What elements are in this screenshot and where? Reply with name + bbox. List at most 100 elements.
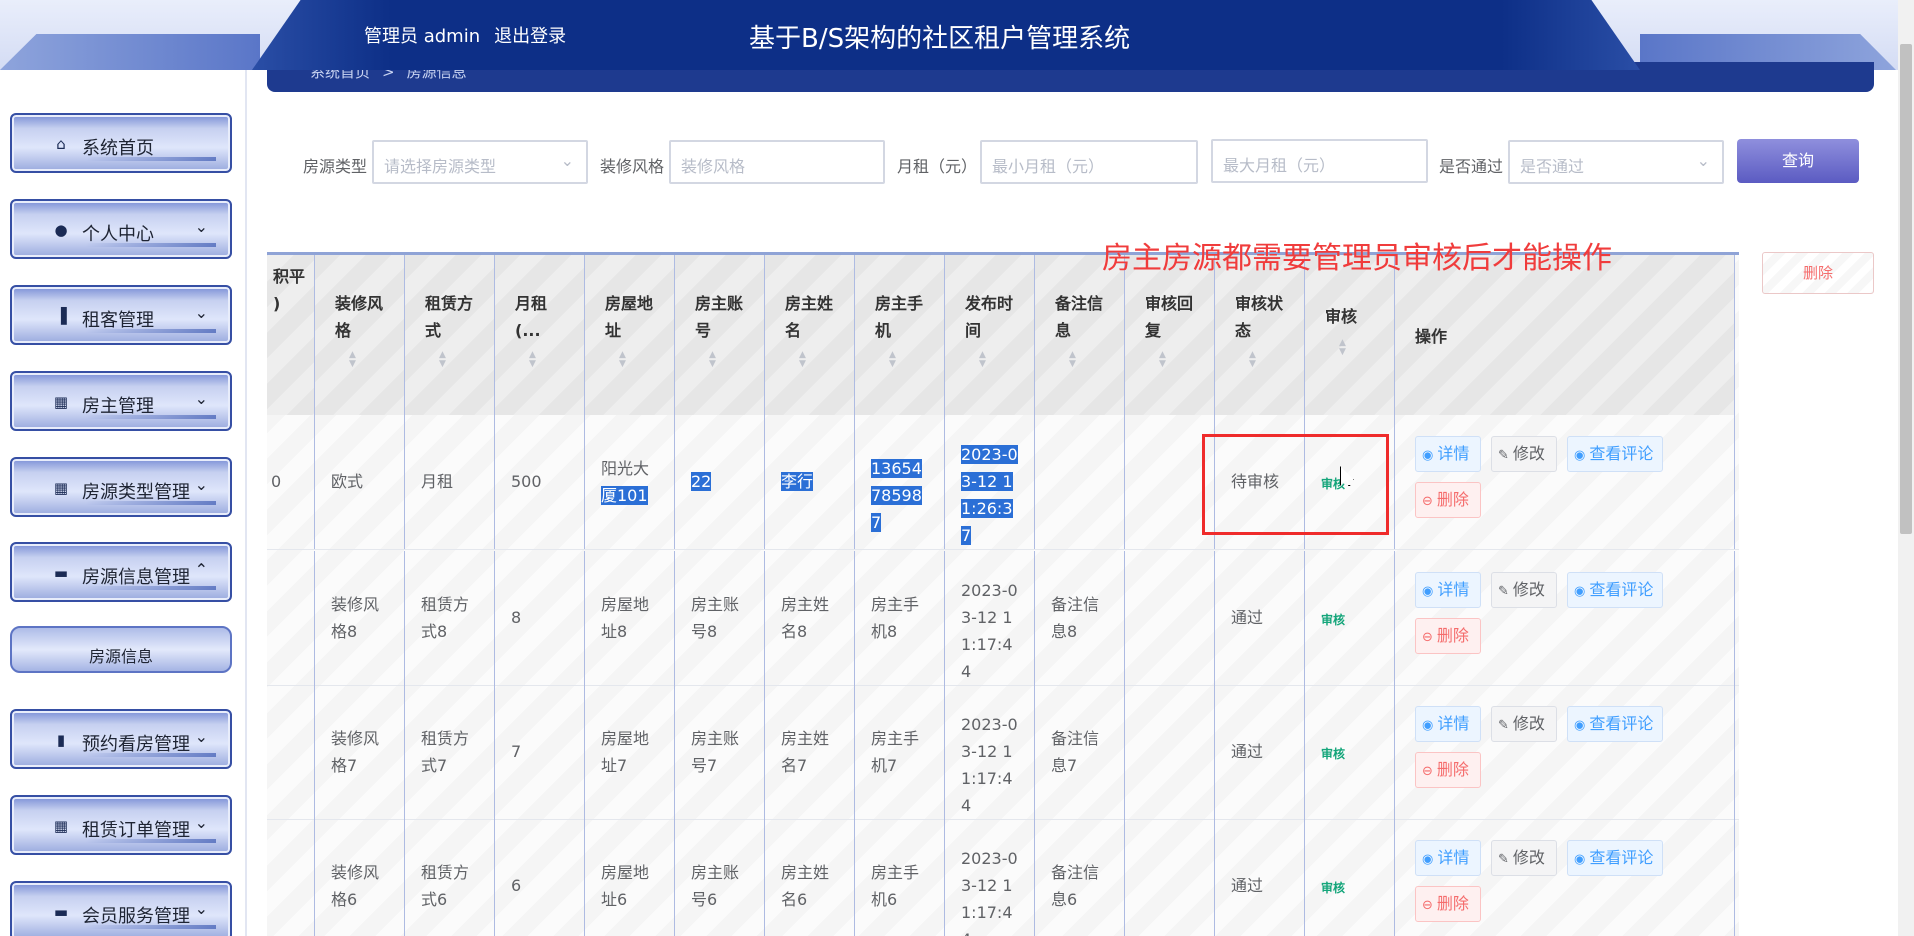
audit-link[interactable]: 审核 [1321,745,1345,762]
sort-caret-icon[interactable]: ▲ ▼ [979,351,986,369]
sidebar-item[interactable]: ▬ 房源信息管理 ⌃ [10,542,232,602]
audit-link[interactable]: 审核 [1321,879,1345,896]
pass-label: 是否通过 [1439,157,1504,176]
row-delete-button[interactable]: ⊖ 删除 [1415,482,1481,518]
logout-link[interactable]: 退出登录 [494,26,566,47]
house-info-table: 积平 ) 装修风格 ▲ ▼ 租赁方式 ▲ ▼ 月租(... ▲ ▼ 房屋地址 ▲ ▼ 房主账号 ▲ ▼ 房主姓名… [267,252,1739,936]
view-comments-button[interactable]: ◉ 查看评论 [1567,840,1663,876]
chevron-icon: ⌄ [194,899,208,918]
house-type-placeholder: 请选择房源类型 [384,157,497,176]
batch-delete-button[interactable]: 删除 [1762,252,1874,294]
row-delete-button[interactable]: ⊖ 删除 [1415,752,1481,788]
sidebar-item[interactable]: ▮ 预约看房管理 ⌄ [10,709,232,769]
house-type-select[interactable]: 请选择房源类型 ⌄ [372,140,588,184]
grid-icon: ▦ [53,479,69,497]
table-cell-audit: 审核 [1305,551,1395,685]
edit-button[interactable]: ✎ 修改 [1491,572,1557,608]
sort-caret-icon[interactable]: ▲ ▼ [1069,351,1076,369]
decor-style-label: 装修风格 [600,157,665,176]
table-cell-audit-status: 通过 [1215,551,1305,685]
row-delete-button[interactable]: ⊖ 删除 [1415,618,1481,654]
column-header-rent-type[interactable]: 租赁方式 ▲ ▼ [405,255,495,415]
column-header-address[interactable]: 房屋地址 ▲ ▼ [585,255,675,415]
column-header-remark[interactable]: 备注信息 ▲ ▼ [1035,255,1125,415]
pass-select[interactable]: 是否通过 ⌄ [1508,140,1724,184]
sort-caret-icon[interactable]: ▲ ▼ [1159,351,1166,369]
sidebar-item[interactable]: ● 个人中心 ⌄ [10,199,232,259]
table-cell-address: 房屋地址6 [585,819,675,936]
column-header-label: 装修风格 [335,294,384,340]
view-comments-button-label: 查看评论 [1589,848,1654,867]
sidebar-item-underline [86,501,216,505]
table-cell-area: 0 [267,415,315,549]
detail-button[interactable]: ◉ 详情 [1415,840,1481,876]
min-rent-input[interactable]: 最小月租（元） [980,140,1198,184]
column-header-audit-reply[interactable]: 审核回复 ▲ ▼ [1125,255,1215,415]
cell-text: 房屋地址8 [601,595,650,641]
edit-button[interactable]: ✎ 修改 [1491,706,1557,742]
sidebar-item[interactable]: ▦ 租赁订单管理 ⌄ [10,795,232,855]
monitor-icon: ▬ [53,564,69,582]
sidebar-subitem-house-info[interactable]: 房源信息 [10,626,232,673]
column-header-owner-name[interactable]: 房主姓名 ▲ ▼ [765,255,855,415]
view-comments-button-label: 查看评论 [1589,714,1654,733]
sidebar-item[interactable]: ▦ 房源类型管理 ⌄ [10,457,232,517]
column-header-audit-status[interactable]: 审核状态 ▲ ▼ [1215,255,1305,415]
column-header-ops[interactable]: 操作 [1395,255,1735,415]
table-cell-rent-type: 月租 [405,415,495,549]
sort-caret-icon[interactable]: ▲ ▼ [1339,339,1346,357]
column-header-label: 房主账号 [695,294,744,340]
detail-button[interactable]: ◉ 详情 [1415,436,1481,472]
column-header-publish-time[interactable]: 发布时间 ▲ ▼ [945,255,1035,415]
column-header-audit[interactable]: 审核 ▲ ▼ [1305,255,1395,415]
column-header-style[interactable]: 装修风格 ▲ ▼ [315,255,405,415]
search-button[interactable]: 查询 [1737,139,1859,183]
sort-caret-icon[interactable]: ▲ ▼ [619,351,626,369]
view-comments-button[interactable]: ◉ 查看评论 [1567,706,1663,742]
cell-text: 备注信息8 [1051,595,1100,641]
table-cell-audit-reply [1125,551,1215,685]
table-cell-audit-status: 通过 [1215,685,1305,819]
sidebar-item[interactable]: ⌂ 系统首页 [10,113,232,173]
chevron-icon: ⌃ [194,560,208,579]
table-cell-area [267,685,315,819]
minus-circle-icon: ⊖ [1422,764,1433,779]
column-header-area[interactable]: 积平 ) [267,255,315,415]
table-cell-style: 装修风格7 [315,685,405,819]
edit-button[interactable]: ✎ 修改 [1491,436,1557,472]
sidebar-item-underline [86,157,216,161]
sidebar-item[interactable]: ▦ 房主管理 ⌄ [10,371,232,431]
table-cell-owner-phone: 13654785987 [855,415,945,549]
sidebar-item-underline [86,415,216,419]
edit-button-label: 修改 [1512,444,1545,463]
column-header-rent[interactable]: 月租(... ▲ ▼ [495,255,585,415]
detail-button[interactable]: ◉ 详情 [1415,706,1481,742]
sort-caret-icon[interactable]: ▲ ▼ [799,351,806,369]
detail-button[interactable]: ◉ 详情 [1415,572,1481,608]
decor-style-input[interactable]: 装修风格 [669,140,885,184]
view-comments-button[interactable]: ◉ 查看评论 [1567,572,1663,608]
eye-icon: ◉ [1422,448,1434,463]
column-header-owner-account[interactable]: 房主账号 ▲ ▼ [675,255,765,415]
sort-caret-icon[interactable]: ▲ ▼ [439,351,446,369]
cell-text: 2023-03-12 11:17:44 [961,849,1018,936]
scrollbar-thumb[interactable] [1900,44,1912,534]
view-comments-button[interactable]: ◉ 查看评论 [1567,436,1663,472]
table-cell-address: 房屋地址7 [585,685,675,819]
sidebar-item[interactable]: ▬ 会员服务管理 ⌄ [10,881,232,936]
max-rent-input[interactable]: 最大月租（元） [1211,139,1428,183]
sort-caret-icon[interactable]: ▲ ▼ [349,351,356,369]
sort-caret-icon[interactable]: ▲ ▼ [709,351,716,369]
table-cell-owner-name: 房主姓名6 [765,819,855,936]
table-cell-owner-phone: 房主手机8 [855,551,945,685]
sort-caret-icon[interactable]: ▲ ▼ [889,351,896,369]
sidebar-item[interactable]: ▐ 租客管理 ⌄ [10,285,232,345]
sort-caret-icon[interactable]: ▲ ▼ [1249,351,1256,369]
edit-button[interactable]: ✎ 修改 [1491,840,1557,876]
audit-link[interactable]: 审核 [1321,611,1345,628]
row-delete-button-label: 删除 [1436,760,1469,779]
column-header-owner-phone[interactable]: 房主手机 ▲ ▼ [855,255,945,415]
table-cell-owner-name: 房主姓名7 [765,685,855,819]
row-delete-button[interactable]: ⊖ 删除 [1415,886,1481,922]
sort-caret-icon[interactable]: ▲ ▼ [529,351,536,369]
